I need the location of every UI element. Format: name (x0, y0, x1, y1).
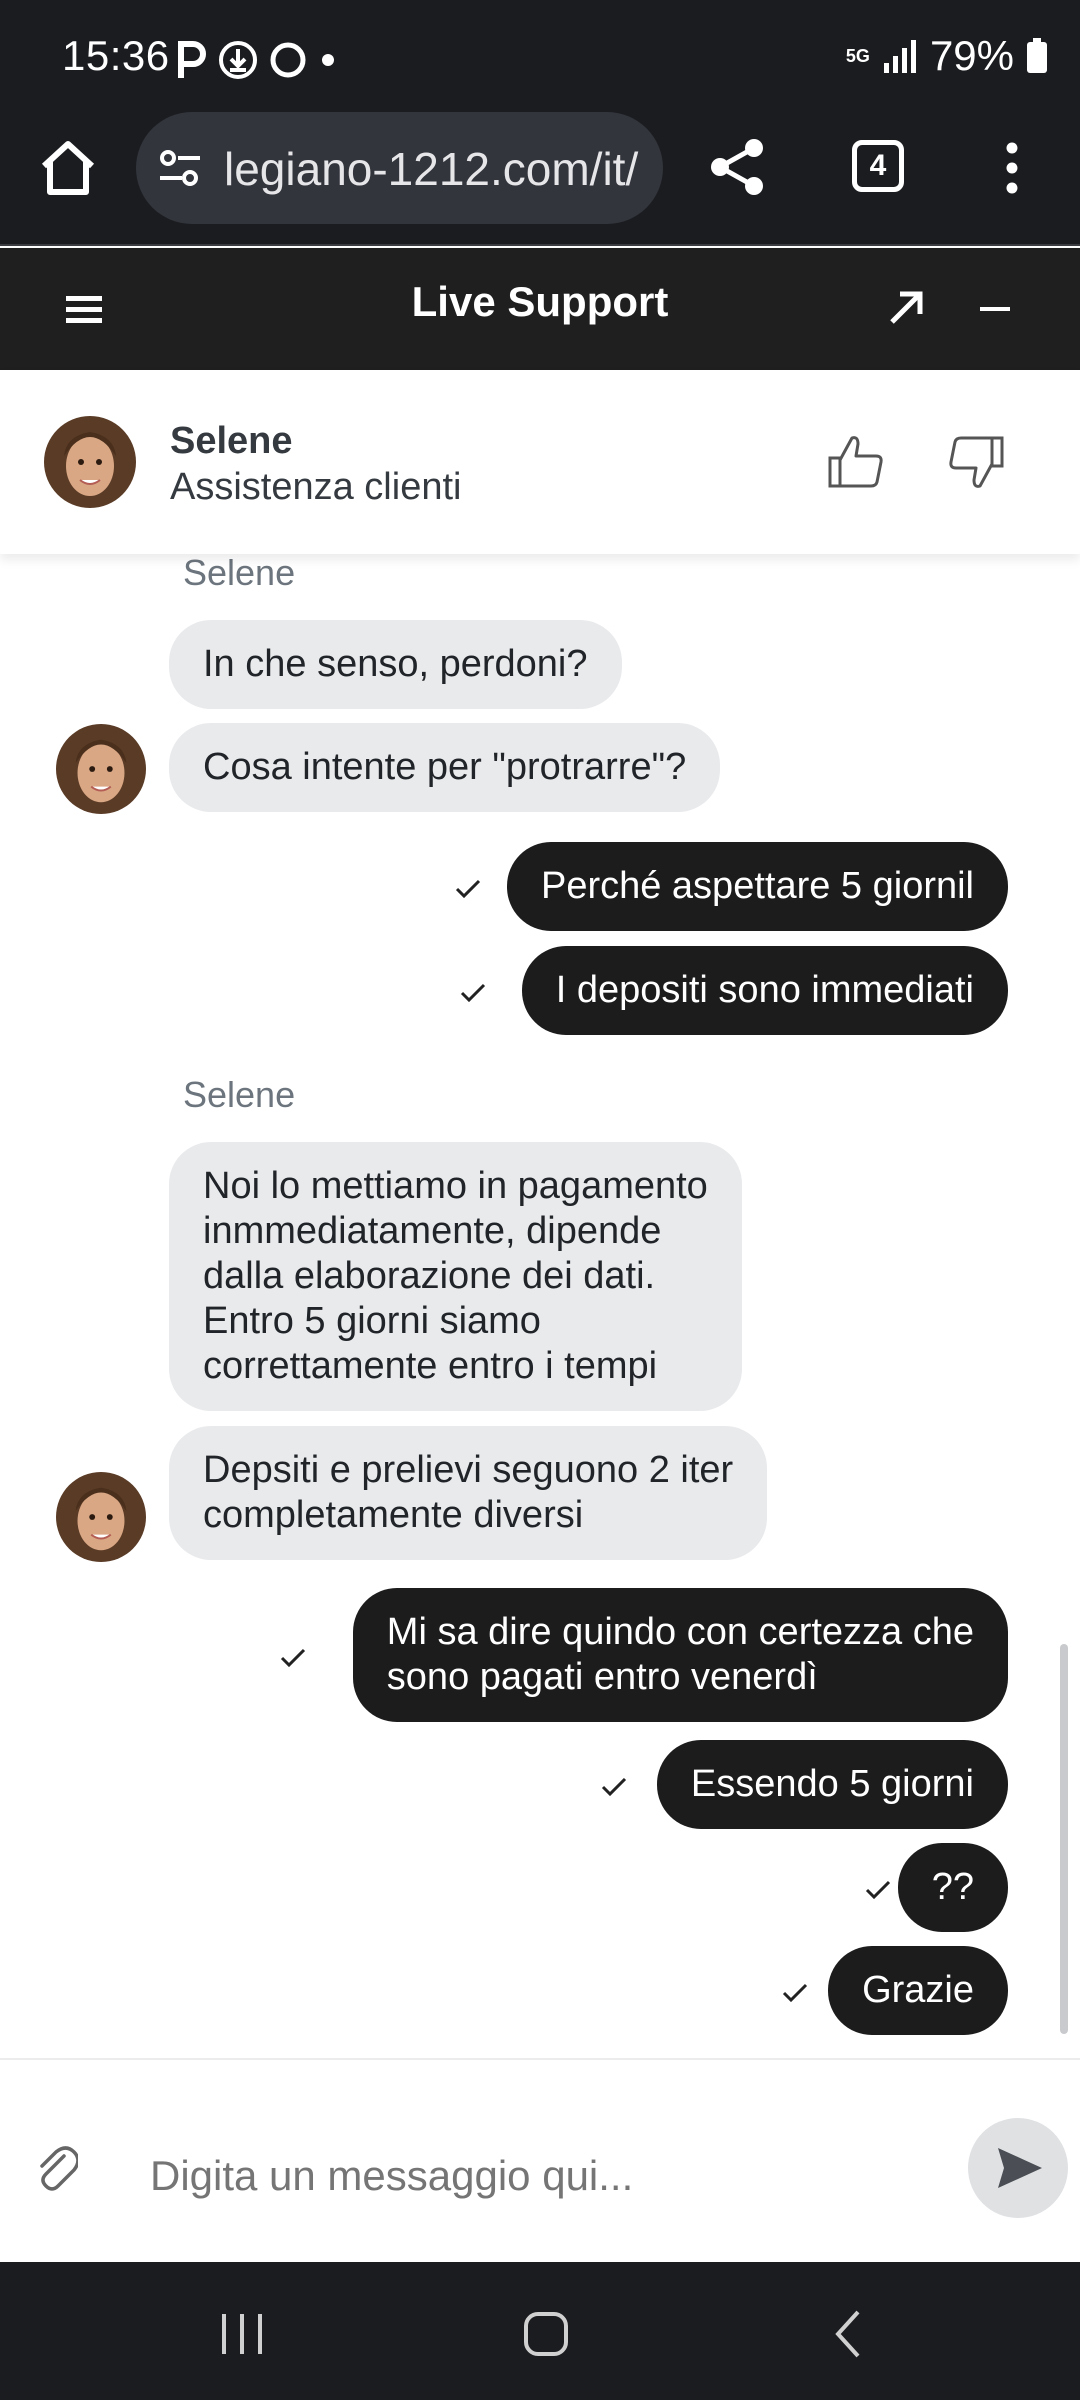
read-check-icon (601, 1777, 627, 1797)
tab-count: 4 (869, 149, 887, 182)
parking-p-icon (178, 41, 206, 78)
network-label: 5G (845, 46, 870, 66)
system-nav-bar (0, 2262, 1080, 2400)
status-right: 5G 79% (846, 32, 1048, 80)
status-bar: 15:36 5G 79% (0, 0, 1080, 108)
message-list[interactable]: Selene In che senso, perdoni? Cosa inten… (0, 554, 1080, 2058)
back-icon[interactable] (832, 2308, 864, 2360)
paperclip-icon[interactable] (34, 2142, 78, 2192)
agent-message: In che senso, perdoni? (169, 620, 622, 709)
share-icon[interactable] (706, 136, 768, 198)
expand-arrow-icon[interactable] (886, 288, 926, 328)
user-message: Mi sa dire quindo con certezza che sono … (352, 1588, 1008, 1722)
user-message: Grazie (828, 1946, 1008, 2035)
status-time: 15:36 (62, 32, 170, 79)
user-message: Perché aspettare 5 giornil (506, 842, 1008, 931)
minimize-icon[interactable] (978, 302, 1012, 316)
avatar (44, 416, 136, 508)
circle-icon (270, 42, 306, 78)
home-icon[interactable] (36, 136, 100, 200)
read-check-icon (460, 983, 486, 1003)
thumbs-up-icon[interactable] (826, 432, 886, 492)
read-check-icon (455, 879, 481, 899)
send-button[interactable] (968, 2118, 1068, 2218)
signal-icon (883, 40, 916, 73)
site-settings-icon[interactable] (158, 148, 202, 188)
avatar (56, 1472, 146, 1562)
send-icon (998, 2148, 1042, 2188)
home-button-icon[interactable] (522, 2310, 570, 2358)
agent-name: Selene (170, 420, 293, 462)
agent-message: Cosa intente per "protrarre"? (169, 723, 721, 812)
url-text[interactable]: legiano-1212.com/it/ (224, 142, 638, 196)
sender-label: Selene (183, 554, 296, 593)
avatar (56, 724, 146, 814)
thumbs-down-icon[interactable] (946, 432, 1006, 492)
browser-toolbar: legiano-1212.com/it/ 4 (0, 108, 1080, 246)
tabs-icon[interactable]: 4 (852, 140, 904, 192)
agent-message: Depsiti e prelievi seguono 2 iter comple… (169, 1426, 768, 1560)
user-message: ?? (897, 1843, 1008, 1932)
read-check-icon (782, 1983, 808, 2003)
message-composer (0, 2058, 1080, 2262)
address-bar[interactable]: legiano-1212.com/it/ (136, 112, 663, 224)
download-circle-icon (219, 41, 257, 79)
recent-apps-icon[interactable] (218, 2312, 268, 2356)
message-input[interactable] (150, 2152, 930, 2200)
more-vert-icon[interactable] (992, 140, 1032, 196)
chat-header: Live Support (0, 248, 1080, 370)
agent-message: Noi lo mettiamo in pagamento inmmediatam… (169, 1142, 742, 1411)
notification-icons (176, 40, 338, 80)
battery-icon (1027, 38, 1047, 73)
dot-icon (322, 54, 334, 66)
read-check-icon (280, 1648, 306, 1668)
agent-role: Assistenza clienti (170, 466, 462, 508)
battery-percent: 79% (929, 32, 1014, 79)
user-message: Essendo 5 giorni (656, 1740, 1008, 1829)
agent-card: Selene Assistenza clienti (0, 370, 1080, 554)
user-message: I depositi sono immediati (521, 946, 1008, 1035)
scrollbar[interactable] (1060, 1644, 1068, 2034)
read-check-icon (865, 1880, 891, 1900)
sender-label: Selene (183, 1074, 296, 1115)
